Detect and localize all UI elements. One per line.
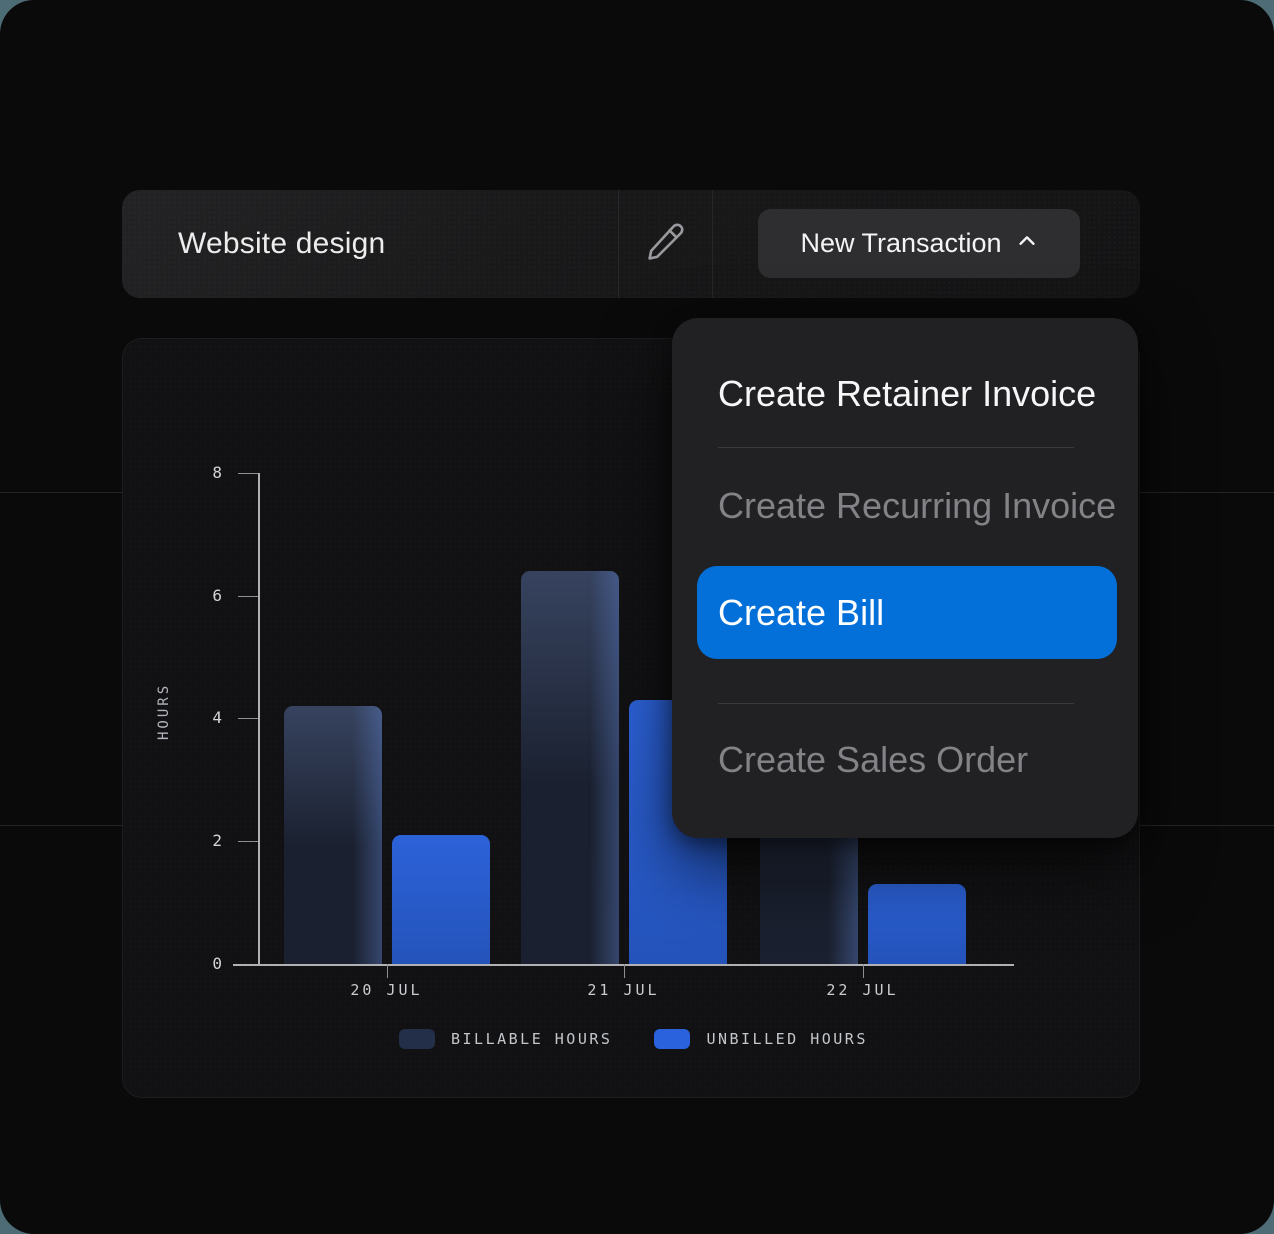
project-title: Website design (178, 190, 385, 298)
menu-item-create-bill[interactable]: Create Bill (697, 566, 1117, 659)
legend-swatch (399, 1029, 435, 1049)
bar-billable-20-jul (284, 706, 382, 964)
x-tick-label: 22 JUL (793, 981, 933, 999)
project-header-bar: Website design New Transaction (122, 190, 1140, 298)
y-tick (238, 473, 258, 474)
y-tick-label: 2 (182, 831, 222, 850)
legend-item: BILLABLE HOURS (399, 1029, 612, 1049)
legend-swatch (654, 1029, 690, 1049)
y-tick-label: 6 (182, 586, 222, 605)
y-tick (238, 841, 258, 842)
x-tick (387, 964, 389, 978)
new-transaction-menu: Create Retainer Invoice Create Recurring… (672, 318, 1138, 838)
y-axis-line (258, 473, 260, 964)
bar-billable-21-jul (521, 571, 619, 964)
x-tick-label: 20 JUL (317, 981, 457, 999)
chevron-up-icon (1016, 228, 1038, 259)
menu-item-create-recurring-invoice[interactable]: Create Recurring Invoice (718, 478, 1116, 534)
bar-unbilled-22-jul (868, 884, 966, 964)
y-tick-label: 4 (182, 708, 222, 727)
app-page: Website design New Transaction HOURS 0 2 4… (0, 0, 1274, 1234)
y-tick (238, 596, 258, 597)
menu-divider (718, 447, 1074, 448)
y-tick-label: 8 (182, 463, 222, 482)
x-tick (624, 964, 626, 978)
y-tick (238, 718, 258, 719)
y-axis-title: HOURS (153, 631, 175, 791)
menu-divider (718, 703, 1074, 704)
menu-item-create-bill-label: Create Bill (697, 592, 884, 634)
legend-label: BILLABLE HOURS (451, 1030, 612, 1048)
new-transaction-button[interactable]: New Transaction (758, 209, 1080, 278)
divider (618, 190, 619, 298)
edit-project-button[interactable] (633, 214, 697, 274)
y-tick-label: 0 (182, 954, 222, 973)
pencil-icon (644, 221, 686, 268)
new-transaction-label: New Transaction (800, 228, 1001, 259)
menu-item-create-retainer-invoice[interactable]: Create Retainer Invoice (718, 366, 1096, 422)
chart-legend: BILLABLE HOURS UNBILLED HOURS (399, 1029, 868, 1049)
divider (712, 190, 713, 298)
x-tick-label: 21 JUL (554, 981, 694, 999)
x-tick (863, 964, 865, 978)
menu-item-create-sales-order[interactable]: Create Sales Order (718, 732, 1028, 788)
legend-label: UNBILLED HOURS (706, 1030, 867, 1048)
bar-unbilled-20-jul (392, 835, 490, 964)
legend-item: UNBILLED HOURS (654, 1029, 867, 1049)
